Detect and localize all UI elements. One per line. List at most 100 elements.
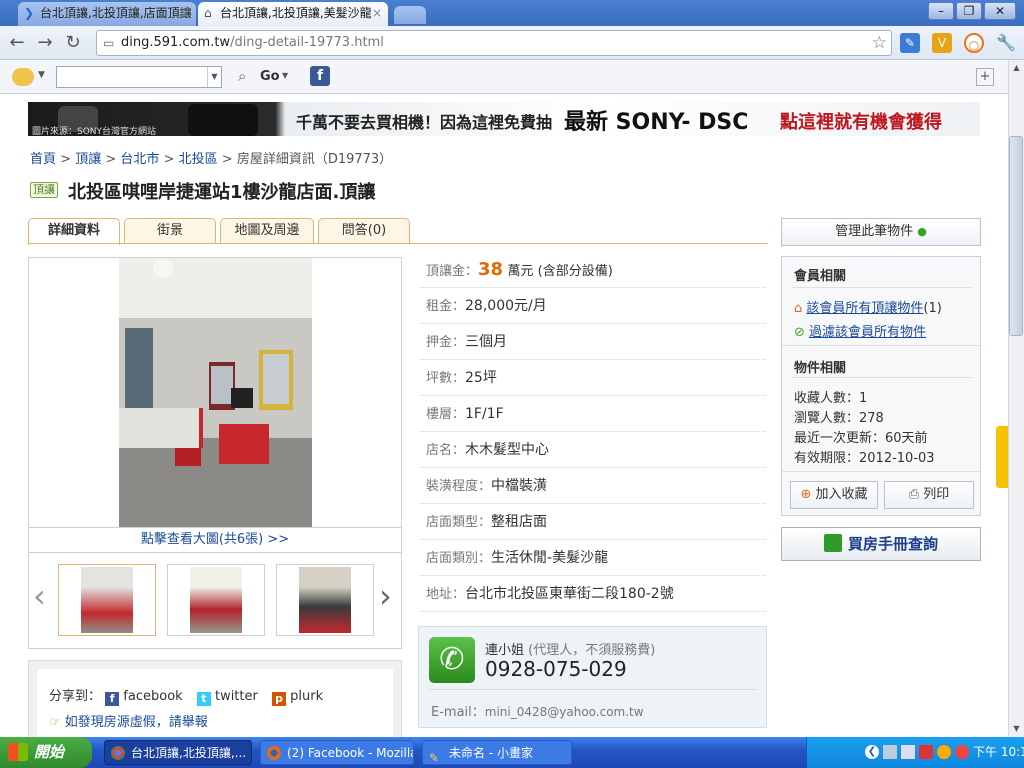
camera-image [188,104,258,136]
tab-qa[interactable]: 問答(0) [318,218,410,244]
vimeo-extension-icon[interactable]: V [932,33,952,53]
add-toolbar-icon[interactable]: + [976,68,994,86]
search-dropdown-icon[interactable]: ▼ [207,67,221,87]
feedback-side-tab[interactable] [996,426,1008,488]
filter-icon: ⊘ [794,325,805,340]
facebook-toolbar-icon[interactable]: f [310,66,330,86]
last-update: 最近一次更新：60天前 [794,431,928,446]
detail-label: 坪數： [426,371,466,386]
breadcrumb-district-link[interactable]: 北投區 [179,152,218,167]
manage-listing-button[interactable]: 管理此筆物件 ● [781,218,981,246]
twitter-icon[interactable]: t [196,692,211,706]
facebook-icon[interactable]: f [105,692,120,706]
web-page: 千萬不要去買相機！因為這裡免費抽 最新 SONY- DSC 點這裡就有機會獲得 … [0,94,1008,737]
printer-icon: ⎙ [908,487,920,502]
share-twitter-link[interactable]: twitter [215,689,258,704]
taskbar-item-label: 台北頂讓,北投頂讓,... [131,746,247,760]
add-favorite-button[interactable]: ⊕ 加入收藏 [790,481,878,509]
tray-app-icon[interactable] [937,745,951,759]
price-unit: 萬元 (含部分設備) [507,264,613,279]
sony-ad-banner[interactable]: 千萬不要去買相機！因為這裡免費抽 最新 SONY- DSC 點這裡就有機會獲得 … [28,102,980,136]
banner-headline: 最新 SONY- DSC [564,110,749,135]
taskbar-item-paint[interactable]: ✎ 未命名 - 小畫家 [422,740,572,765]
go-button[interactable]: Go [260,69,280,84]
member-listings-link[interactable]: 該會員所有頂讓物件 [806,301,923,316]
breadcrumb-home-link[interactable]: 首頁 [30,152,56,167]
toolbar-logo-icon[interactable] [12,68,34,86]
taskbar-item-firefox[interactable]: (2) Facebook - Mozilla... [260,740,414,765]
vertical-scrollbar[interactable]: ▲ ▼ [1008,60,1024,737]
phone-icon: ✆ [429,637,475,683]
reload-icon[interactable]: ↻ [62,32,84,54]
dropdown-arrow-icon[interactable]: ▼ [38,70,45,80]
toolbar-search-input[interactable]: ▼ [56,66,222,88]
prev-photo-arrow[interactable]: ‹ [33,576,46,616]
detail-label: 店面類型： [426,515,492,530]
tab-title: 台北頂讓,北投頂讓,店面頂讓 [40,6,192,20]
firefox-sync-icon[interactable]: ○ [964,33,984,53]
plurk-icon[interactable]: p [272,692,286,706]
share-box: 分享到： f facebook t twitter p plurk ☞ 如發現房… [28,660,402,737]
clock[interactable]: 下午 10:18 [973,737,1024,768]
bookmark-star-icon[interactable]: ☆ [872,31,887,55]
close-window-button[interactable]: ✕ [984,2,1016,20]
tab-details[interactable]: 詳細資料 [28,218,120,245]
buy-handbook-button[interactable]: 買房手冊查詢 [781,527,981,561]
photo-thumbnail[interactable] [276,564,374,636]
tab-map[interactable]: 地圖及周邊 [220,218,314,244]
contact-name: 連小姐 [485,643,525,658]
go-dropdown-icon[interactable]: ▼ [282,71,288,80]
scroll-down-arrow-icon[interactable]: ▼ [1009,721,1024,737]
photo-thumbnail[interactable] [167,564,265,636]
wrench-menu-icon[interactable]: 🔧 [996,33,1016,53]
close-tab-icon[interactable]: × [372,2,382,24]
section-divider [792,377,972,378]
breadcrumb-separator: > [60,152,72,167]
extension-icon[interactable]: ✎ [900,33,920,53]
tray-alert-icon[interactable] [955,745,969,759]
banner-text: 千萬不要去買相機！因為這裡免費抽 [296,113,553,132]
contact-divider [429,689,757,690]
main-photo[interactable] [119,258,312,527]
tray-collapse-icon[interactable]: ❮ [865,745,879,759]
windows-logo-icon [8,743,28,761]
breadcrumb-ding-link[interactable]: 頂讓 [75,152,101,167]
taskbar-item-chrome[interactable]: 台北頂讓,北投頂讓,... [104,740,252,765]
network-icon[interactable] [883,745,897,759]
share-label: 分享到： [49,689,102,704]
back-arrow-icon[interactable]: ← [6,32,28,54]
address-bar[interactable]: ▭ ding.591.com.tw/ding-detail-19773.html… [96,30,892,56]
detail-row-deposit: 押金：三個月 [420,324,766,360]
share-panel: 分享到： f facebook t twitter p plurk ☞ 如發現房… [37,669,393,737]
browser-tab-1[interactable]: ❯ 台北頂讓,北投頂讓,店面頂讓 × [18,2,196,26]
close-tab-icon[interactable]: × [180,2,190,24]
view-all-photos-link[interactable]: 點擊查看大圖(共6張) >> [29,527,401,553]
report-link[interactable]: 如發現房源虛假，請舉報 [65,715,208,730]
adobe-icon[interactable] [919,745,933,759]
maximize-window-button[interactable]: ❐ [956,2,982,20]
breadcrumb-city-link[interactable]: 台北市 [120,152,159,167]
scrollbar-thumb[interactable] [1009,136,1023,336]
detail-value: 1F/1F [465,406,504,422]
display-icon[interactable] [901,745,915,759]
browser-tab-2[interactable]: ⌂ 台北頂讓,北投頂讓,美髮沙龍 × [198,2,388,26]
filter-member-link[interactable]: 過濾該會員所有物件 [809,325,926,340]
section-divider [782,471,980,472]
section-divider [792,287,972,288]
photo-thumbnail[interactable] [58,564,156,636]
url-domain: ding.591.com.tw [121,35,231,50]
detail-row-decoration: 裝潢程度：中檔裝潢 [420,468,766,504]
share-facebook-link[interactable]: facebook [123,689,182,704]
next-photo-arrow[interactable]: › [379,576,392,616]
price-value: 38 [478,259,504,280]
forward-arrow-icon[interactable]: → [34,32,56,54]
detail-row-shop-name: 店名：木木髮型中心 [420,432,766,468]
tab-street-view[interactable]: 街景 [124,218,216,244]
new-tab-button[interactable] [394,6,426,24]
detail-label: 押金： [426,335,466,350]
minimize-window-button[interactable]: – [928,2,954,20]
start-button[interactable]: 開始 [0,737,92,768]
print-button[interactable]: ⎙ 列印 [884,481,974,509]
scroll-up-arrow-icon[interactable]: ▲ [1009,60,1024,76]
share-plurk-link[interactable]: plurk [290,689,323,704]
